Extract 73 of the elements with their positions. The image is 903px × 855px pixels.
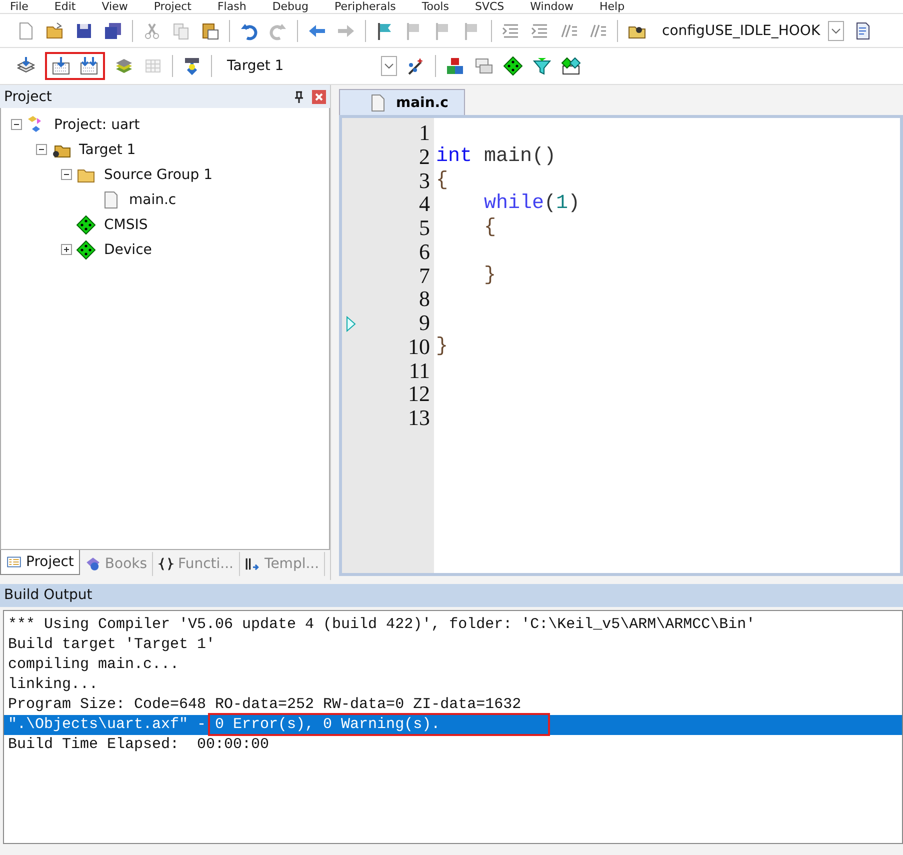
chevron-icon [831,28,842,34]
output-line: Build Time Elapsed: 00:00:00 [7,735,270,755]
editor-tab[interactable]: main.c [339,89,466,115]
line-number: 5 [419,215,430,240]
output-line: Program Size: Code=648 RO-data=252 RW-data=0 ZI-data=1632 [7,695,522,715]
line-number: 1 [419,120,430,145]
line-number: 9 [419,310,430,335]
menu-item[interactable]: Peripherals [334,0,396,13]
build-icon[interactable] [51,56,71,76]
collapse-icon[interactable] [61,169,72,180]
code-line: } [484,264,496,286]
line-number: 12 [408,381,430,406]
tree-item[interactable]: Source Group 1 [104,166,213,182]
collapse-icon[interactable] [36,144,47,155]
menu-item[interactable]: View [102,0,128,13]
menu-item[interactable]: Debug [272,0,308,13]
panel-title: Project [4,88,53,104]
download-chip-icon[interactable] [182,56,202,76]
rebuild-icon[interactable] [79,56,99,76]
line-number: 4 [419,191,430,216]
diamond-icon[interactable] [76,214,96,234]
menu-item[interactable]: Help [600,0,625,13]
save-all-icon[interactable] [103,20,123,40]
braces-icon[interactable] [158,556,174,572]
file-icon [370,94,386,112]
code-line: { [484,216,496,239]
panel-tab[interactable]: Project [0,550,80,575]
book-help-icon[interactable] [84,556,101,572]
diamond-icon[interactable] [76,240,96,260]
funnel-icon[interactable] [532,56,552,76]
line-number: 7 [419,262,430,288]
menu-item[interactable]: Window [530,0,574,13]
code-line: while(1) [484,192,580,216]
line-number: 3 [419,168,430,192]
code-line: } [436,334,448,358]
menu-item[interactable]: SVCS [474,0,504,13]
code-line: int main() [436,144,556,168]
diamond-icon[interactable] [503,56,523,76]
windows-icon[interactable] [474,56,494,76]
line-number: 8 [419,286,430,312]
line-number: 13 [408,405,430,430]
layers-icon[interactable] [114,56,134,76]
panel-title: Build Output [0,584,903,607]
blocks-icon[interactable] [445,56,465,76]
output-line: *** Using Compiler 'V5.06 update 4 (build 422)', folder: 'C:\Keil_v5\ARM\ARMCC\Bin' [7,615,756,635]
output-line: compiling main.c... [7,655,180,675]
output-line: Build target 'Target 1' [7,635,216,655]
menu-item[interactable]: Project [154,0,192,13]
menu-item[interactable]: Flash [217,0,246,13]
list-window-icon[interactable] [6,554,22,570]
tree-item[interactable]: CMSIS [104,216,148,232]
paste-icon[interactable] [200,20,220,40]
code-line: { [436,168,448,192]
menu-item[interactable]: File [10,0,28,13]
menu-item[interactable]: Edit [54,0,76,13]
pin-icon[interactable] [294,90,304,102]
line-number: 11 [408,358,430,382]
expand-icon[interactable] [61,244,72,255]
line-number: 2 [419,144,430,169]
template-icon[interactable] [244,556,261,572]
collapse-icon[interactable] [11,119,22,130]
open-folder-icon[interactable] [45,20,65,40]
tree-item[interactable]: Device [104,242,152,258]
tree-item[interactable]: main.c [129,192,176,208]
close-icon[interactable] [312,90,326,104]
tree-item[interactable]: Project: uart [54,116,140,132]
menu-item[interactable]: Tools [422,0,449,13]
packs-icon[interactable] [561,56,581,76]
line-number: 6 [419,238,430,264]
output-line: linking... [7,675,100,695]
tree-item[interactable]: Target 1 [79,142,136,158]
line-number: 10 [408,334,430,359]
chevron-icon [384,63,394,69]
